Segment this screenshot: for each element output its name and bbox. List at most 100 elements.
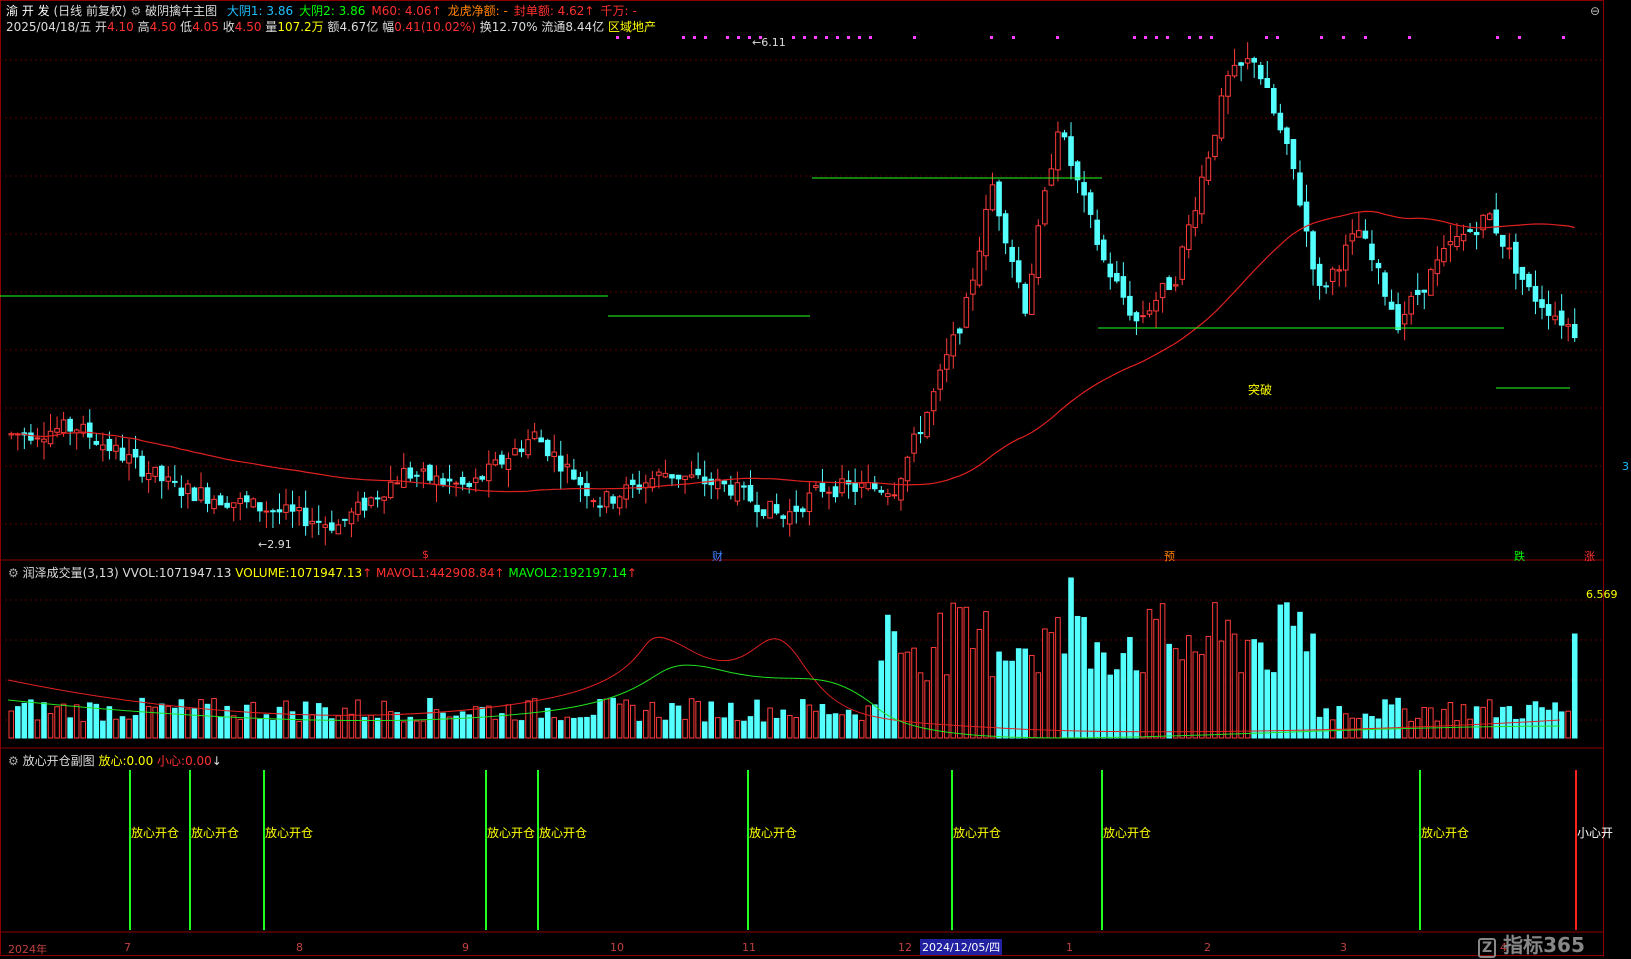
volume-bar bbox=[616, 703, 623, 739]
candle-body bbox=[1441, 247, 1447, 263]
candle-body bbox=[858, 482, 865, 488]
volume-bar bbox=[1434, 720, 1441, 739]
volume-bar bbox=[747, 716, 754, 739]
candle-body bbox=[427, 464, 433, 481]
header-row: 渝 开 发 (日线 前复权) ⚙ 破阴擒牛主图 大阴1: 3.86 大阴2: 3.… bbox=[6, 4, 637, 18]
volume-bar bbox=[427, 697, 433, 739]
candle-body bbox=[198, 487, 204, 501]
watermark-text: 指标365 bbox=[1503, 933, 1585, 957]
candle-body bbox=[250, 498, 257, 508]
period-label[interactable]: (日线 前复权) bbox=[53, 4, 126, 18]
event-mark[interactable]: 跌 bbox=[1514, 548, 1525, 564]
event-mark[interactable]: $ bbox=[422, 548, 429, 561]
x-axis-label: 1 bbox=[1066, 941, 1073, 954]
volume-bar bbox=[943, 674, 950, 739]
volume-bar bbox=[73, 704, 80, 739]
candle-body bbox=[1133, 312, 1140, 322]
candle-body bbox=[512, 448, 518, 456]
signal-dot bbox=[1265, 36, 1268, 39]
candle-body bbox=[518, 448, 525, 453]
candle-body bbox=[1284, 127, 1290, 145]
volume-bar bbox=[400, 721, 407, 739]
candle-body bbox=[1231, 64, 1238, 77]
candle-body bbox=[1172, 284, 1179, 287]
chart-canvas[interactable] bbox=[0, 0, 1604, 958]
candle-body bbox=[237, 497, 244, 504]
logo-icon: Z bbox=[1478, 938, 1497, 958]
volume-bar bbox=[898, 652, 904, 739]
signal-label: 放心开仓 bbox=[749, 826, 798, 840]
candle-body bbox=[1068, 136, 1074, 166]
candle-body bbox=[917, 432, 924, 435]
candle-body bbox=[243, 495, 250, 503]
candle-body bbox=[1153, 299, 1159, 312]
candle-body bbox=[1565, 324, 1571, 327]
volume-bar bbox=[603, 698, 610, 739]
signal-dot bbox=[1144, 36, 1147, 39]
event-mark[interactable]: 涨 bbox=[1584, 548, 1595, 564]
candle-body bbox=[682, 475, 688, 481]
volume-bar bbox=[54, 706, 60, 739]
header-item-5: 千万: - bbox=[600, 4, 637, 18]
volume-bar bbox=[858, 719, 865, 739]
signal-dot bbox=[814, 36, 817, 39]
volume-bar bbox=[597, 699, 603, 739]
candle-body bbox=[976, 250, 983, 286]
change-value: 0.41(10.02%) bbox=[394, 20, 476, 34]
candle-body bbox=[152, 466, 158, 477]
volume-bar bbox=[1506, 706, 1513, 739]
volume-bar bbox=[1087, 668, 1094, 739]
volume-bar bbox=[119, 716, 126, 739]
gear-icon[interactable]: ⚙ bbox=[130, 4, 141, 18]
volume-bar bbox=[499, 713, 505, 739]
xx-value: 0.00 bbox=[185, 754, 212, 768]
gear-icon[interactable]: ⚙ bbox=[8, 754, 19, 768]
volume-bar bbox=[440, 712, 446, 739]
volume-bar bbox=[394, 712, 401, 739]
candle-body bbox=[1513, 241, 1519, 274]
volume-bar bbox=[1428, 707, 1434, 739]
volume-bar bbox=[786, 715, 793, 739]
float-label: 流通 bbox=[541, 20, 566, 34]
volume-bar bbox=[1048, 632, 1055, 739]
candle-body bbox=[584, 483, 590, 497]
candle-body bbox=[1225, 75, 1231, 97]
signal-dot bbox=[1056, 36, 1059, 39]
volume-bar bbox=[492, 718, 499, 739]
stock-name[interactable]: 渝 开 发 bbox=[6, 4, 50, 18]
candle-body bbox=[1388, 301, 1395, 310]
volume-bar bbox=[1257, 642, 1264, 739]
candle-body bbox=[662, 472, 669, 478]
candle-body bbox=[106, 438, 113, 452]
gear-icon[interactable]: ⚙ bbox=[8, 566, 19, 580]
candle-body bbox=[577, 476, 584, 486]
candle-body bbox=[93, 440, 100, 445]
frame bbox=[0, 0, 1604, 956]
candle-body bbox=[1545, 304, 1552, 316]
volume-title[interactable]: 润泽成交量(3,13) bbox=[23, 566, 119, 580]
candle-body bbox=[819, 482, 826, 492]
candle-body bbox=[446, 478, 453, 482]
signal-dot bbox=[803, 36, 806, 39]
volume-bar bbox=[1218, 640, 1225, 739]
sector-link[interactable]: 区域地产 bbox=[608, 20, 656, 34]
event-mark[interactable]: 预 bbox=[1164, 548, 1175, 564]
candle-body bbox=[571, 469, 577, 480]
candle-body bbox=[1414, 289, 1421, 295]
volume-bar bbox=[152, 706, 158, 739]
volume-bar bbox=[1022, 648, 1029, 739]
candle-body bbox=[950, 334, 957, 357]
volume-bar bbox=[865, 705, 872, 739]
candle-body bbox=[204, 487, 211, 504]
signal-title[interactable]: 放心开仓副图 bbox=[23, 754, 95, 768]
candle-body bbox=[728, 484, 734, 496]
indicator-name[interactable]: 破阴擒牛主图 bbox=[145, 4, 217, 18]
window-toggle-icon[interactable]: ⊖ bbox=[1590, 4, 1600, 18]
signal-dot bbox=[1188, 36, 1191, 39]
signal-dot bbox=[616, 36, 619, 39]
candle-body bbox=[270, 510, 276, 513]
candle-body bbox=[34, 437, 41, 440]
candle-body bbox=[1257, 64, 1264, 80]
signal-dot bbox=[1210, 36, 1213, 39]
event-mark[interactable]: 财 bbox=[712, 548, 723, 564]
